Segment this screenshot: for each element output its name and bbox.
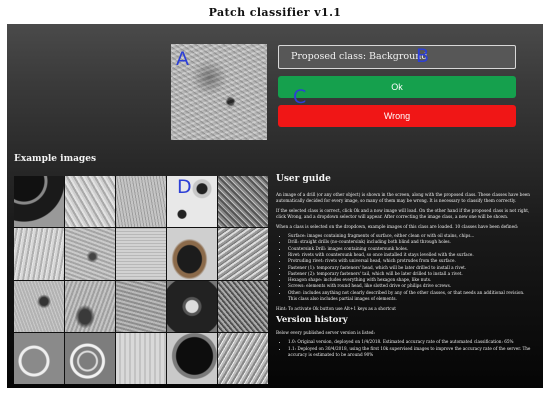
example-image: [218, 280, 268, 332]
example-image: [14, 332, 64, 384]
marker-a: A: [176, 48, 189, 70]
example-image: [65, 228, 115, 280]
guide-paragraph: When a class is selected on the dropdown…: [276, 223, 519, 229]
example-image: [218, 228, 268, 280]
version-item: 1.0: Original version, deployed on 1/4/2…: [288, 339, 532, 345]
guide-hint: Hint: To activate Ok button use Alt+1 ke…: [276, 305, 396, 311]
guide-paragraph: An image of a drill (or any other object…: [276, 192, 530, 204]
marker-d: D: [177, 176, 192, 198]
class-item: Other: includes anything not clearly des…: [288, 290, 532, 303]
user-guide-panel: User guide An image of a drill (or any o…: [276, 174, 532, 362]
example-image: [14, 228, 64, 280]
proposed-class-display: Proposed class: Background: [278, 45, 516, 69]
example-image: [65, 332, 115, 384]
ok-button[interactable]: Ok: [278, 76, 516, 98]
example-image: [167, 228, 217, 280]
example-image: [65, 176, 115, 228]
example-image: [116, 280, 166, 332]
example-image: [218, 332, 268, 384]
example-image: [14, 280, 64, 332]
guide-paragraph: If the selected class is correct, click …: [276, 207, 530, 220]
examples-title: Example images: [14, 154, 97, 164]
example-image: [218, 176, 268, 228]
example-image: [167, 332, 217, 384]
example-image: [116, 228, 166, 280]
example-image: [14, 176, 64, 228]
marker-b: B: [416, 45, 430, 67]
example-image: [167, 176, 217, 228]
version-list: 1.0: Original version, deployed on 1/4/2…: [288, 339, 532, 358]
example-image: [116, 332, 166, 384]
marker-c: C: [293, 86, 307, 108]
app-title: Patch classifier v1.1: [208, 6, 342, 19]
wrong-button[interactable]: Wrong: [278, 105, 516, 127]
app-window: A Proposed class: Background B Ok Wrong …: [7, 24, 543, 388]
version-item: 1.1: Deployed on 30/4/2018, using the fi…: [288, 346, 532, 359]
class-list: Surface: images containing fragments of …: [288, 233, 532, 302]
example-images-grid: [14, 176, 268, 384]
version-history-title: Version history: [276, 314, 348, 325]
example-image: [167, 280, 217, 332]
example-image: [116, 176, 166, 228]
user-guide-title: User guide: [276, 174, 331, 184]
version-intro: Below every published server version is …: [276, 329, 376, 335]
example-image: [65, 280, 115, 332]
